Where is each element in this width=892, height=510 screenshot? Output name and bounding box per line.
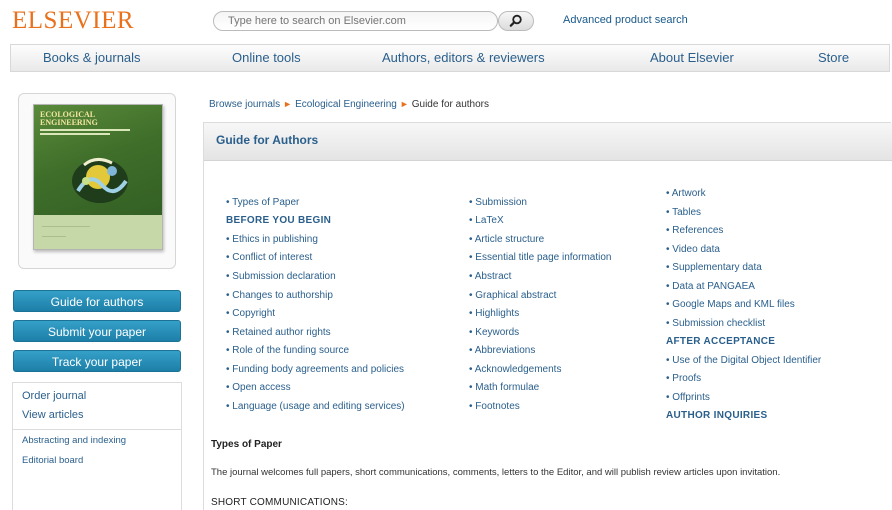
toc-link[interactable]: • Supplementary data [666,262,762,273]
cover-subtitle-lines [40,129,140,135]
track-paper-button[interactable]: Track your paper [13,350,181,372]
toc-link[interactable]: • Proofs [666,373,701,384]
site-header: ELSEVIER Advanced product search [0,0,892,42]
toc-link[interactable]: • Data at PANGAEA [666,281,755,292]
toc-link[interactable]: • Footnotes [469,401,520,412]
search-input[interactable] [213,11,498,31]
toc-section-heading[interactable]: AUTHOR INQUIRIES [666,410,767,421]
toc-section-heading[interactable]: BEFORE YOU BEGIN [226,215,331,226]
toc-link[interactable]: • LaTeX [469,215,504,226]
toc-link[interactable]: • Essential title page information [469,252,611,263]
cover-artwork-icon [72,158,128,203]
elsevier-logo[interactable]: ELSEVIER [12,7,134,35]
section-body-text: The journal welcomes full papers, short … [211,467,781,478]
breadcrumb-separator: ► [283,99,293,109]
toc-link[interactable]: • Retained author rights [226,327,331,338]
guide-for-authors-button[interactable]: Guide for authors [13,290,181,312]
journal-cover-frame: ECOLOGICAL ENGINEERING ———————————— ————… [18,93,176,269]
toc-link[interactable]: • Tables [666,207,701,218]
guide-panel: Guide for Authors [203,122,892,510]
toc-link[interactable]: • Video data [666,244,720,255]
toc-link[interactable]: • Submission [469,197,527,208]
search-icon [509,14,522,27]
toc-section-heading[interactable]: AFTER ACCEPTANCE [666,336,775,347]
toc-link[interactable]: • Offprints [666,392,710,403]
toc-link[interactable]: • Ethics in publishing [226,234,318,245]
toc-link[interactable]: • Submission checklist [666,318,765,329]
toc-link[interactable]: • Conflict of interest [226,252,312,263]
sidebar-divider [13,429,181,430]
sidebar-links: Order journal View articles Abstracting … [12,382,182,510]
breadcrumb-current: Guide for authors [411,99,489,110]
toc-link[interactable]: • Article structure [469,234,544,245]
guide-panel-title: Guide for Authors [216,133,319,147]
toc-link[interactable]: • Highlights [469,308,519,319]
toc-link[interactable]: • Abbreviations [469,345,535,356]
search-button[interactable] [498,11,534,31]
toc-link[interactable]: • Graphical abstract [469,290,556,301]
subsection-heading: SHORT COMMUNICATIONS: [211,497,348,508]
toc-link[interactable]: • Types of Paper [226,197,299,208]
toc-link[interactable]: • Role of the funding source [226,345,349,356]
toc-link[interactable]: • Funding body agreements and policies [226,364,404,375]
sidebar-link-view-articles[interactable]: View articles [22,409,84,421]
breadcrumb-ecological-engineering[interactable]: Ecological Engineering [295,99,397,110]
toc-link[interactable]: • Submission declaration [226,271,336,282]
submit-paper-button[interactable]: Submit your paper [13,320,181,342]
toc-link[interactable]: • Math formulae [469,382,539,393]
toc-link[interactable]: • Keywords [469,327,519,338]
section-title: Types of Paper [211,439,282,450]
nav-books-journals[interactable]: Books & journals [43,50,141,65]
toc-link[interactable]: • References [666,225,723,236]
nav-authors-editors-reviewers[interactable]: Authors, editors & reviewers [382,50,545,65]
main-nav: Books & journals Online tools Authors, e… [10,44,890,72]
sidebar-link-order-journal[interactable]: Order journal [22,390,86,402]
toc-link[interactable]: • Use of the Digital Object Identifier [666,355,821,366]
nav-store[interactable]: Store [818,50,849,65]
breadcrumb: Browse journals ► Ecological Engineering ► G… [209,99,489,110]
breadcrumb-separator: ► [399,99,409,109]
breadcrumb-browse-journals[interactable]: Browse journals [209,99,280,110]
cover-title: ECOLOGICAL ENGINEERING [40,110,98,127]
nav-about-elsevier[interactable]: About Elsevier [650,50,734,65]
sidebar-link-abstracting-indexing[interactable]: Abstracting and indexing [22,435,126,446]
toc-link[interactable]: • Copyright [226,308,275,319]
toc-link[interactable]: • Open access [226,382,291,393]
toc-link[interactable]: • Artwork [666,188,706,199]
journal-cover-image[interactable]: ECOLOGICAL ENGINEERING ———————————— ————… [33,104,163,250]
advanced-search-link[interactable]: Advanced product search [563,14,688,26]
guide-panel-header: Guide for Authors [204,123,892,161]
sidebar-link-editorial-board[interactable]: Editorial board [22,455,83,466]
toc-link[interactable]: • Changes to authorship [226,290,333,301]
toc-link[interactable]: • Abstract [469,271,511,282]
toc-link[interactable]: • Google Maps and KML files [666,299,795,310]
nav-online-tools[interactable]: Online tools [232,50,301,65]
toc-link[interactable]: • Acknowledgements [469,364,561,375]
cover-footer: ———————————— —————— [34,215,162,249]
toc-link[interactable]: • Language (usage and editing services) [226,401,405,412]
